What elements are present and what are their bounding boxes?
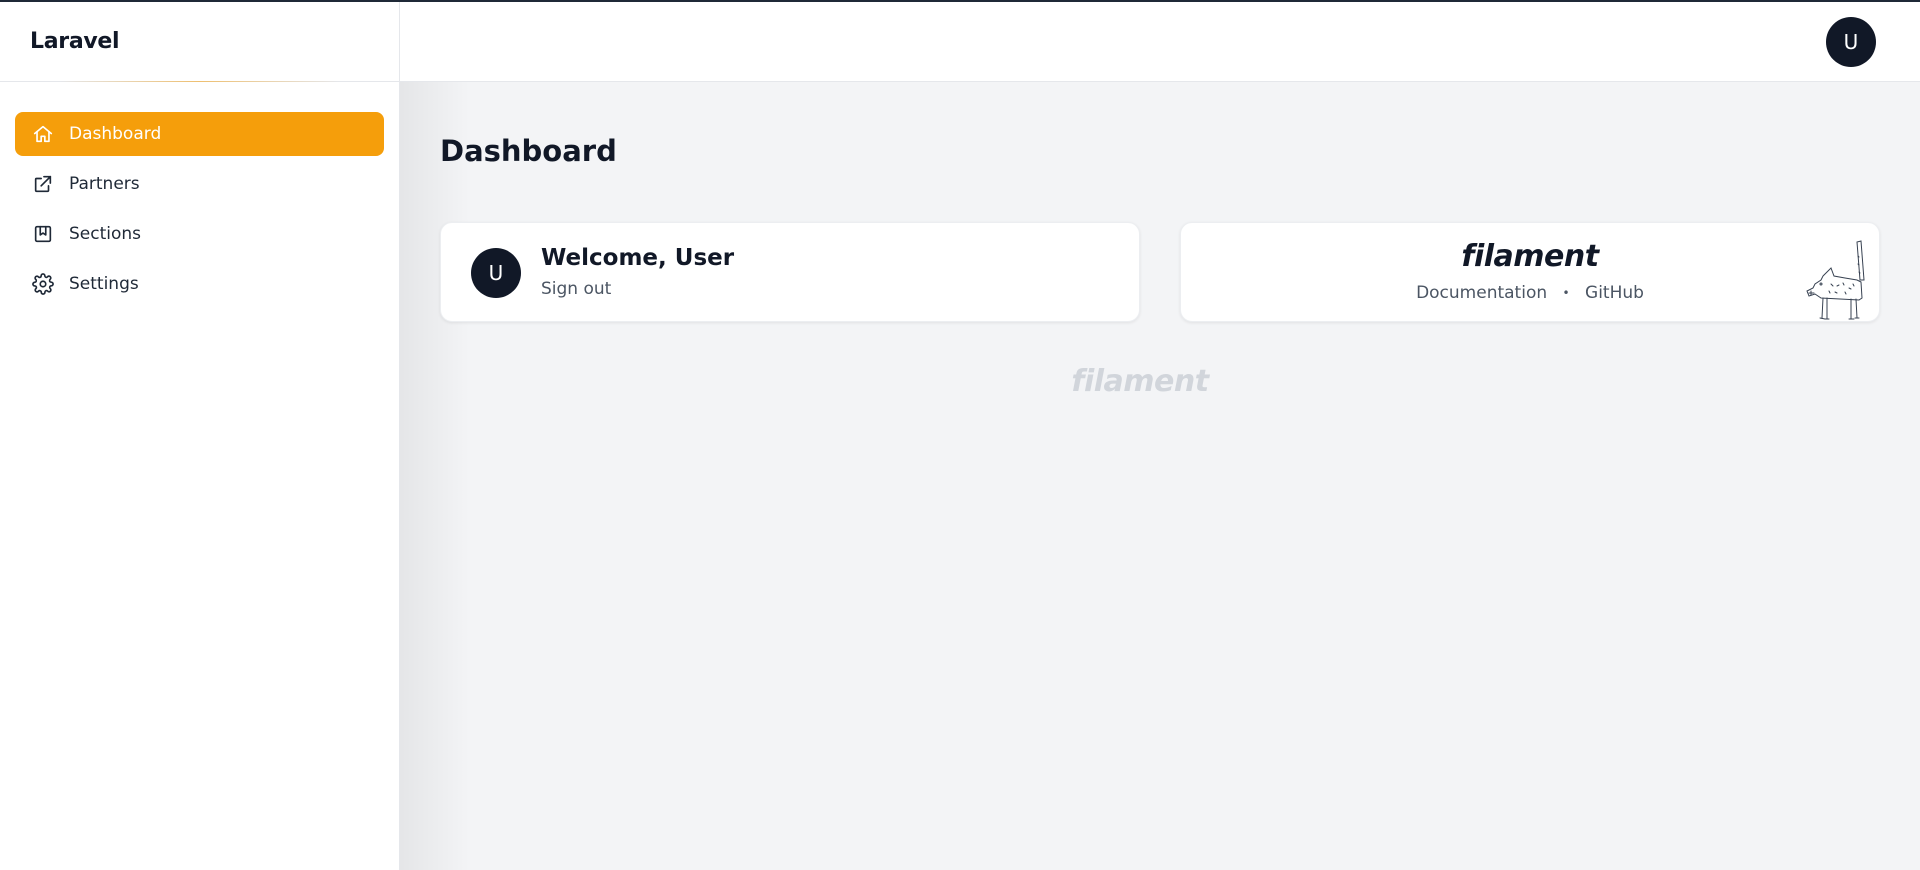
sidebar-item-label: Settings <box>69 274 139 294</box>
sidebar-shadow <box>400 82 470 870</box>
sidebar-item-sections[interactable]: Sections <box>15 212 384 256</box>
top-border <box>0 0 1920 2</box>
sidebar-header: Laravel <box>0 2 399 82</box>
sidebar-item-label: Sections <box>69 224 142 244</box>
github-link[interactable]: GitHub <box>1585 283 1644 303</box>
gear-icon <box>31 272 55 296</box>
footer-filament-logo: filament <box>1071 364 1209 399</box>
page-title: Dashboard <box>440 134 617 168</box>
home-icon <box>31 122 55 146</box>
sidebar-item-label: Dashboard <box>69 124 162 144</box>
sidebar-item-settings[interactable]: Settings <box>15 262 384 306</box>
filament-logo: filament <box>1461 239 1599 274</box>
external-link-icon <box>31 172 55 196</box>
documentation-link[interactable]: Documentation <box>1416 283 1547 303</box>
sidebar-item-label: Partners <box>69 174 140 194</box>
sign-out-link[interactable]: Sign out <box>541 279 611 299</box>
user-avatar[interactable]: U <box>1826 17 1876 67</box>
top-header: U <box>400 2 1920 82</box>
sidebar: Laravel Dashboard Partners Sections Sett… <box>0 2 400 870</box>
filament-links: Documentation • GitHub <box>1181 283 1879 303</box>
filament-mascot-icon <box>1806 240 1865 320</box>
brand-name[interactable]: Laravel <box>30 29 120 54</box>
sidebar-item-dashboard[interactable]: Dashboard <box>15 112 384 156</box>
sidebar-item-partners[interactable]: Partners <box>15 162 384 206</box>
link-separator: • <box>1562 286 1570 300</box>
welcome-greeting: Welcome, User <box>541 245 735 271</box>
sidebar-nav: Dashboard Partners Sections Settings <box>0 82 399 306</box>
avatar: U <box>471 248 521 298</box>
welcome-card: U Welcome, User Sign out <box>440 222 1140 322</box>
main-content: Dashboard U Welcome, User Sign out filam… <box>400 82 1920 870</box>
filament-info-card: filament Documentation • GitHub <box>1180 222 1880 322</box>
bookmark-square-icon <box>31 222 55 246</box>
